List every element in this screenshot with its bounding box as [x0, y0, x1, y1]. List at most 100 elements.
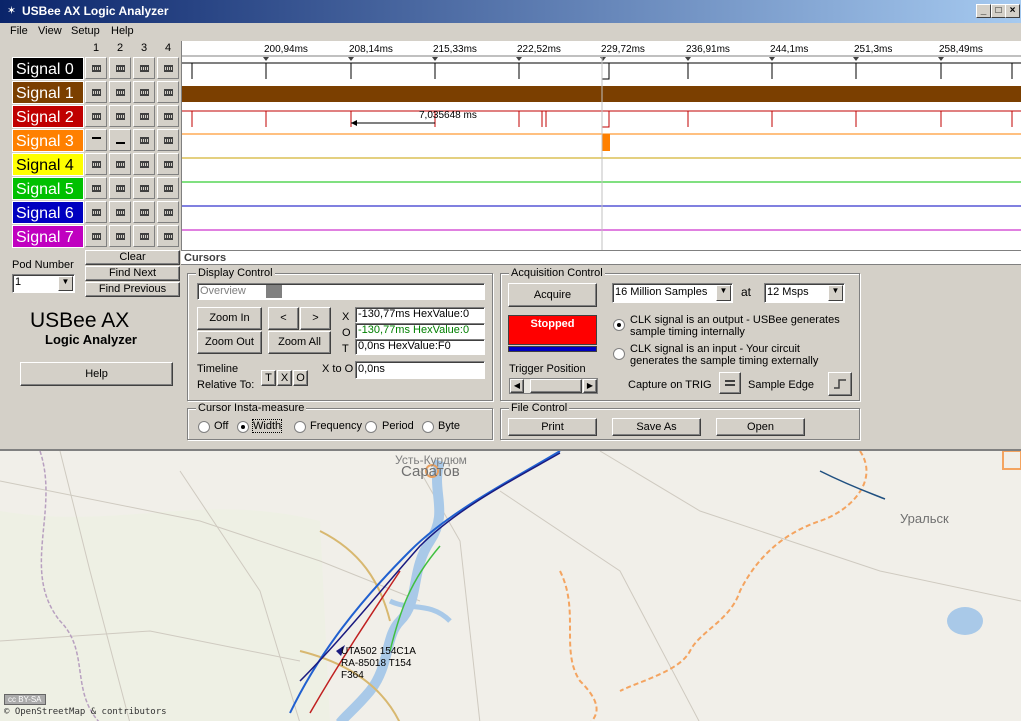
- relative-o-button[interactable]: O: [293, 370, 308, 386]
- scroll-right-button[interactable]: >: [300, 307, 331, 330]
- insta-frequency-radio[interactable]: [294, 421, 306, 433]
- insta-width-radio[interactable]: [237, 421, 249, 433]
- maximize-button[interactable]: □: [991, 4, 1006, 18]
- trigger-cell-button[interactable]: [157, 153, 179, 175]
- signal-3-label[interactable]: Signal 3: [12, 129, 84, 152]
- slider-left-icon[interactable]: ◀: [510, 379, 524, 393]
- trigger-cell-button[interactable]: [133, 201, 155, 223]
- signal-2-label[interactable]: Signal 2: [12, 105, 84, 128]
- overview-thumb[interactable]: [266, 285, 282, 298]
- acquire-button[interactable]: Acquire: [508, 283, 597, 307]
- insta-frequency-label[interactable]: Frequency: [310, 420, 362, 432]
- trigger-cell-button[interactable]: [109, 129, 131, 151]
- signal-0-label[interactable]: Signal 0: [12, 57, 84, 80]
- trigger-state-icon: [164, 65, 173, 72]
- slider-thumb[interactable]: [530, 379, 582, 393]
- print-button[interactable]: Print: [508, 418, 597, 436]
- insta-width-label[interactable]: Width: [251, 419, 283, 433]
- clear-button[interactable]: Clear: [85, 250, 180, 265]
- trigger-cell-button[interactable]: [109, 81, 131, 103]
- trigger-cell-button[interactable]: [109, 57, 131, 79]
- trigger-cell-button[interactable]: [157, 105, 179, 127]
- find-previous-button[interactable]: Find Previous: [85, 282, 180, 297]
- signal-6-label[interactable]: Signal 6: [12, 201, 84, 224]
- trigger-cell-button[interactable]: [133, 129, 155, 151]
- cursors-bar[interactable]: Cursors: [181, 250, 1021, 265]
- insta-byte-label[interactable]: Byte: [438, 420, 460, 432]
- map-panel[interactable]: Усть-Курдюм Саратов Уральск UTA502 154C1…: [0, 449, 1021, 721]
- sample-edge-button[interactable]: [828, 372, 852, 396]
- map-canvas[interactable]: [0, 451, 1021, 721]
- trigger-cell-button[interactable]: [85, 225, 107, 247]
- slider-right-icon[interactable]: ▶: [583, 379, 597, 393]
- find-next-button[interactable]: Find Next: [85, 266, 180, 281]
- trigger-cell-button[interactable]: [133, 81, 155, 103]
- trigger-cell-button[interactable]: [85, 105, 107, 127]
- trigger-cell-button[interactable]: [157, 225, 179, 247]
- insta-off-radio[interactable]: [198, 421, 210, 433]
- rate-select[interactable]: 12 Msps ▼: [764, 283, 845, 303]
- trigger-cell-button[interactable]: [85, 81, 107, 103]
- overview-bar[interactable]: Overview: [197, 283, 485, 300]
- clk-input-radio[interactable]: [613, 348, 625, 360]
- clk-output-label[interactable]: CLK signal is an output - USBee generate…: [630, 314, 850, 338]
- chevron-down-icon[interactable]: ▼: [828, 285, 843, 301]
- trigger-cell-button[interactable]: [157, 177, 179, 199]
- help-button[interactable]: Help: [20, 362, 173, 386]
- signal-7-label[interactable]: Signal 7: [12, 225, 84, 248]
- trigger-cell-button[interactable]: [133, 57, 155, 79]
- menu-file[interactable]: File: [10, 25, 28, 37]
- trigger-cell-button[interactable]: [109, 153, 131, 175]
- title-bar: ✶ USBee AX Logic Analyzer _ □ ×: [0, 0, 1021, 23]
- open-button[interactable]: Open: [716, 418, 805, 436]
- trigger-cell-button[interactable]: [109, 225, 131, 247]
- trigger-cell-button[interactable]: [85, 129, 107, 151]
- chevron-down-icon[interactable]: ▼: [716, 285, 731, 301]
- trigger-cell-button[interactable]: [85, 177, 107, 199]
- menu-setup[interactable]: Setup: [71, 25, 100, 37]
- menu-view[interactable]: View: [38, 25, 62, 37]
- clk-input-label[interactable]: CLK signal is an input - Your circuit ge…: [630, 343, 850, 367]
- capture-on-trig-button[interactable]: [719, 372, 741, 394]
- menu-help[interactable]: Help: [111, 25, 134, 37]
- insta-byte-radio[interactable]: [422, 421, 434, 433]
- insta-period-radio[interactable]: [365, 421, 377, 433]
- trigger-cell-button[interactable]: [133, 153, 155, 175]
- trigger-cell-button[interactable]: [85, 201, 107, 223]
- trigger-cell-button[interactable]: [85, 57, 107, 79]
- signal-4-label[interactable]: Signal 4: [12, 153, 84, 176]
- minimize-button[interactable]: _: [976, 4, 991, 18]
- save-as-button[interactable]: Save As: [612, 418, 701, 436]
- trigger-cell-button[interactable]: [109, 201, 131, 223]
- zoom-out-button[interactable]: Zoom Out: [197, 331, 262, 354]
- signal-1-label[interactable]: Signal 1: [12, 81, 84, 104]
- signal-5-label[interactable]: Signal 5: [12, 177, 84, 200]
- zoom-in-button[interactable]: Zoom In: [197, 307, 262, 330]
- insta-period-label[interactable]: Period: [382, 420, 414, 432]
- scroll-left-button[interactable]: <: [268, 307, 299, 330]
- pod-number-select[interactable]: 1 ▼: [12, 274, 75, 293]
- trigger-cell-button[interactable]: [133, 225, 155, 247]
- trigger-cell-button[interactable]: [157, 81, 179, 103]
- waveform-area[interactable]: 200,94ms 208,14ms 215,33ms 222,52ms 229,…: [181, 41, 1021, 250]
- trigger-cell-button[interactable]: [109, 105, 131, 127]
- chevron-down-icon[interactable]: ▼: [58, 276, 73, 291]
- relative-x-button[interactable]: X: [277, 370, 292, 386]
- clk-output-radio[interactable]: [613, 319, 625, 331]
- trigger-cell-button[interactable]: [157, 129, 179, 151]
- insta-off-label[interactable]: Off: [214, 420, 228, 432]
- trigger-cell-button[interactable]: [133, 177, 155, 199]
- trigger-cell-button[interactable]: [85, 153, 107, 175]
- license-badge[interactable]: cc BY-SA: [4, 694, 46, 705]
- zoom-all-button[interactable]: Zoom All: [268, 331, 331, 354]
- trigger-cell-button[interactable]: [157, 57, 179, 79]
- relative-t-button[interactable]: T: [261, 370, 276, 386]
- tick-label: 236,91ms: [686, 44, 730, 55]
- close-button[interactable]: ×: [1005, 4, 1020, 18]
- samples-select[interactable]: 16 Million Samples ▼: [612, 283, 733, 303]
- waveform-canvas[interactable]: [182, 41, 1021, 250]
- trigger-cell-button[interactable]: [109, 177, 131, 199]
- trigger-cell-button[interactable]: [157, 201, 179, 223]
- trigger-position-slider[interactable]: ◀ ▶: [509, 378, 598, 394]
- trigger-cell-button[interactable]: [133, 105, 155, 127]
